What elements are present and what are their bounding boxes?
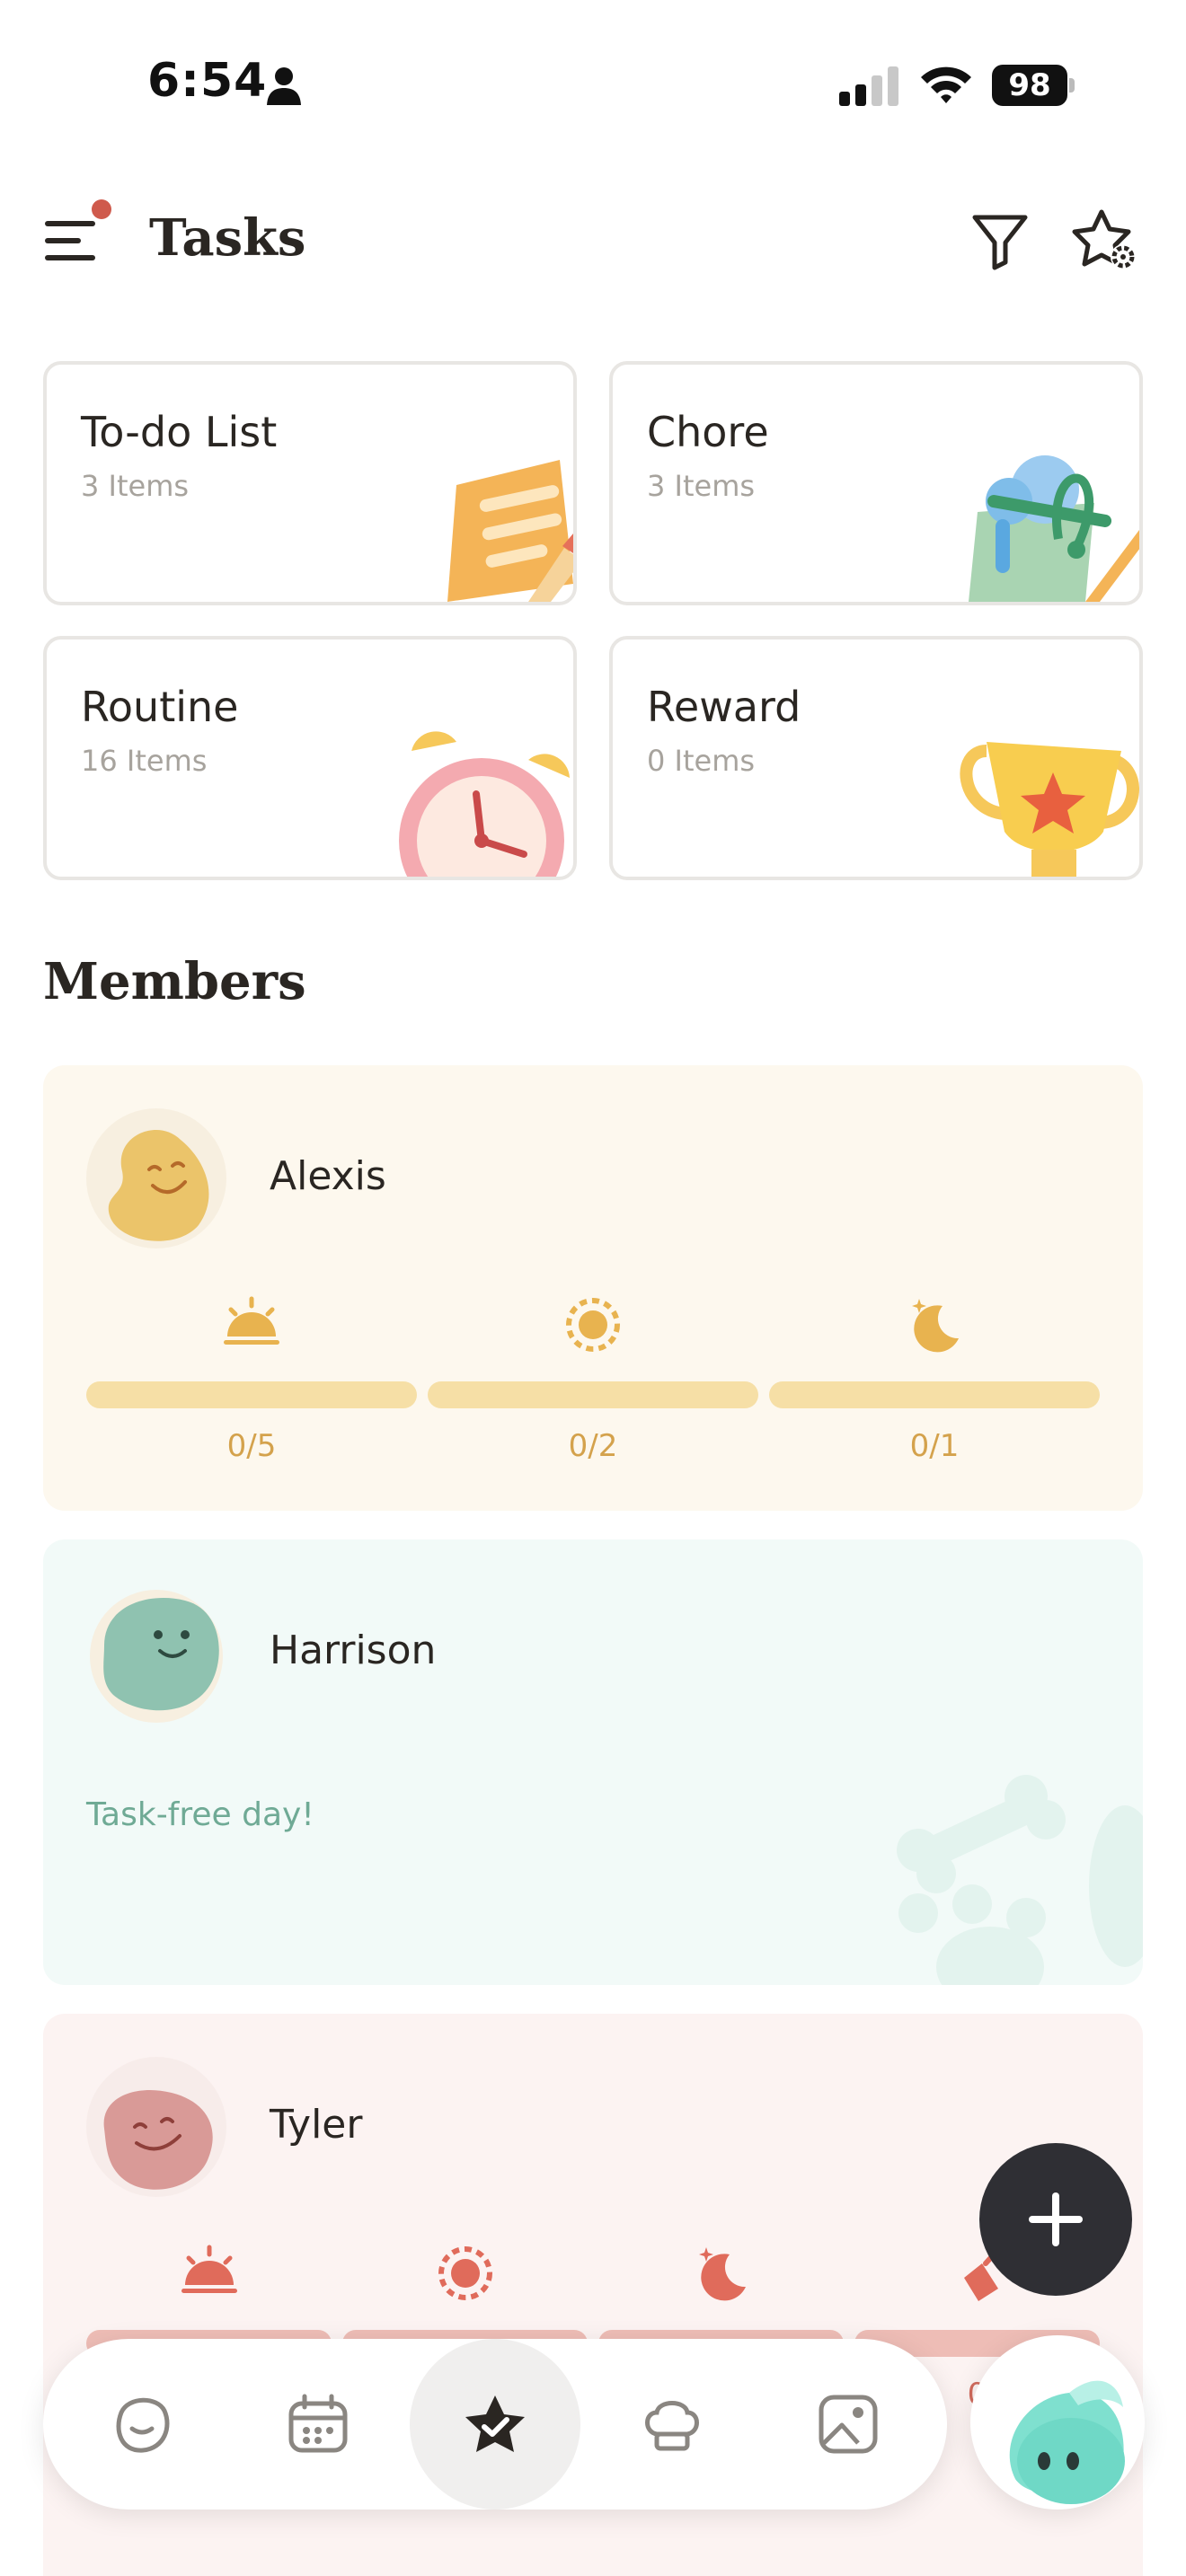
member-card-harrison[interactable]: Harrison Task-free day! — [43, 1539, 1143, 1985]
nav-photos[interactable] — [794, 2370, 902, 2478]
calendar-icon — [288, 2394, 348, 2453]
avatar — [86, 1108, 226, 1248]
moon-icon — [698, 2247, 746, 2301]
evening-progress[interactable]: 0/1 — [769, 1293, 1100, 1473]
todo-list-card[interactable]: To-do List 3 Items — [43, 361, 577, 605]
card-title: Routine — [81, 683, 239, 731]
category-grid: To-do List 3 Items Chore 3 Items Routine… — [43, 361, 1143, 882]
star-settings-icon[interactable] — [1071, 207, 1139, 275]
battery-level: 98 — [992, 65, 1067, 106]
cellular-signal-icon — [839, 66, 898, 106]
reward-card[interactable]: Reward 0 Items — [609, 636, 1143, 880]
bottom-navigation — [43, 2339, 947, 2510]
progress-count: 0/1 — [909, 1428, 960, 1464]
filter-icon[interactable] — [970, 210, 1030, 271]
task-free-message: Task-free day! — [86, 1796, 314, 1833]
image-icon — [819, 2395, 878, 2454]
avatar — [86, 2057, 226, 2197]
progress-count: 0/2 — [568, 1428, 618, 1464]
sun-icon — [438, 2246, 492, 2300]
avatar — [90, 1590, 223, 1723]
progress-bar — [769, 1381, 1100, 1408]
person-icon — [267, 67, 301, 105]
sunrise-icon — [181, 2245, 237, 2293]
notification-dot — [92, 199, 111, 219]
face-icon — [116, 2397, 170, 2453]
bucket-illustration — [969, 455, 1139, 602]
card-count: 0 Items — [647, 744, 756, 778]
card-count: 3 Items — [647, 469, 756, 503]
progress-bar — [86, 1381, 417, 1408]
routine-progress: 0/5 0/2 0/1 — [86, 1293, 1100, 1473]
morning-progress[interactable]: 0/5 — [86, 1293, 417, 1473]
member-name: Alexis — [270, 1153, 386, 1199]
card-count: 16 Items — [81, 744, 208, 778]
wifi-icon — [921, 66, 971, 103]
routine-card[interactable]: Routine 16 Items — [43, 636, 577, 880]
assistant-button[interactable] — [970, 2335, 1145, 2510]
progress-bar — [428, 1381, 758, 1408]
nav-meals[interactable] — [618, 2370, 726, 2478]
member-name: Tyler — [270, 2102, 363, 2148]
notepad-illustration — [447, 460, 573, 602]
sunrise-icon — [224, 1296, 279, 1345]
paw-decoration — [897, 1775, 1143, 1985]
card-title: To-do List — [81, 408, 278, 456]
menu-icon[interactable] — [43, 214, 99, 268]
page-title: Tasks — [149, 208, 306, 268]
afternoon-progress[interactable]: 0/2 — [428, 1293, 758, 1473]
plus-icon — [1029, 2192, 1083, 2246]
card-title: Reward — [647, 683, 801, 731]
mascot-icon — [1009, 2380, 1125, 2504]
moon-icon — [912, 1299, 959, 1353]
progress-count: 0/5 — [226, 1428, 277, 1464]
status-bar: 6:54 98 — [0, 0, 1186, 171]
battery-indicator: 98 — [992, 65, 1075, 106]
nav-calendar[interactable] — [264, 2370, 372, 2478]
add-button[interactable] — [979, 2143, 1132, 2296]
status-time: 6:54 — [147, 54, 268, 108]
member-name: Harrison — [270, 1628, 437, 1673]
trophy-illustration — [960, 742, 1139, 877]
nav-tasks[interactable] — [410, 2339, 580, 2510]
chef-hat-icon — [645, 2401, 699, 2451]
star-check-icon — [465, 2395, 525, 2452]
alarm-clock-illustration — [399, 731, 570, 877]
sun-icon — [566, 1298, 620, 1352]
chore-card[interactable]: Chore 3 Items — [609, 361, 1143, 605]
member-card-alexis[interactable]: Alexis 0/5 0/2 0/1 — [43, 1065, 1143, 1511]
card-count: 3 Items — [81, 469, 190, 503]
members-heading: Members — [43, 952, 306, 1011]
card-title: Chore — [647, 408, 769, 456]
nav-home[interactable] — [88, 2370, 196, 2478]
